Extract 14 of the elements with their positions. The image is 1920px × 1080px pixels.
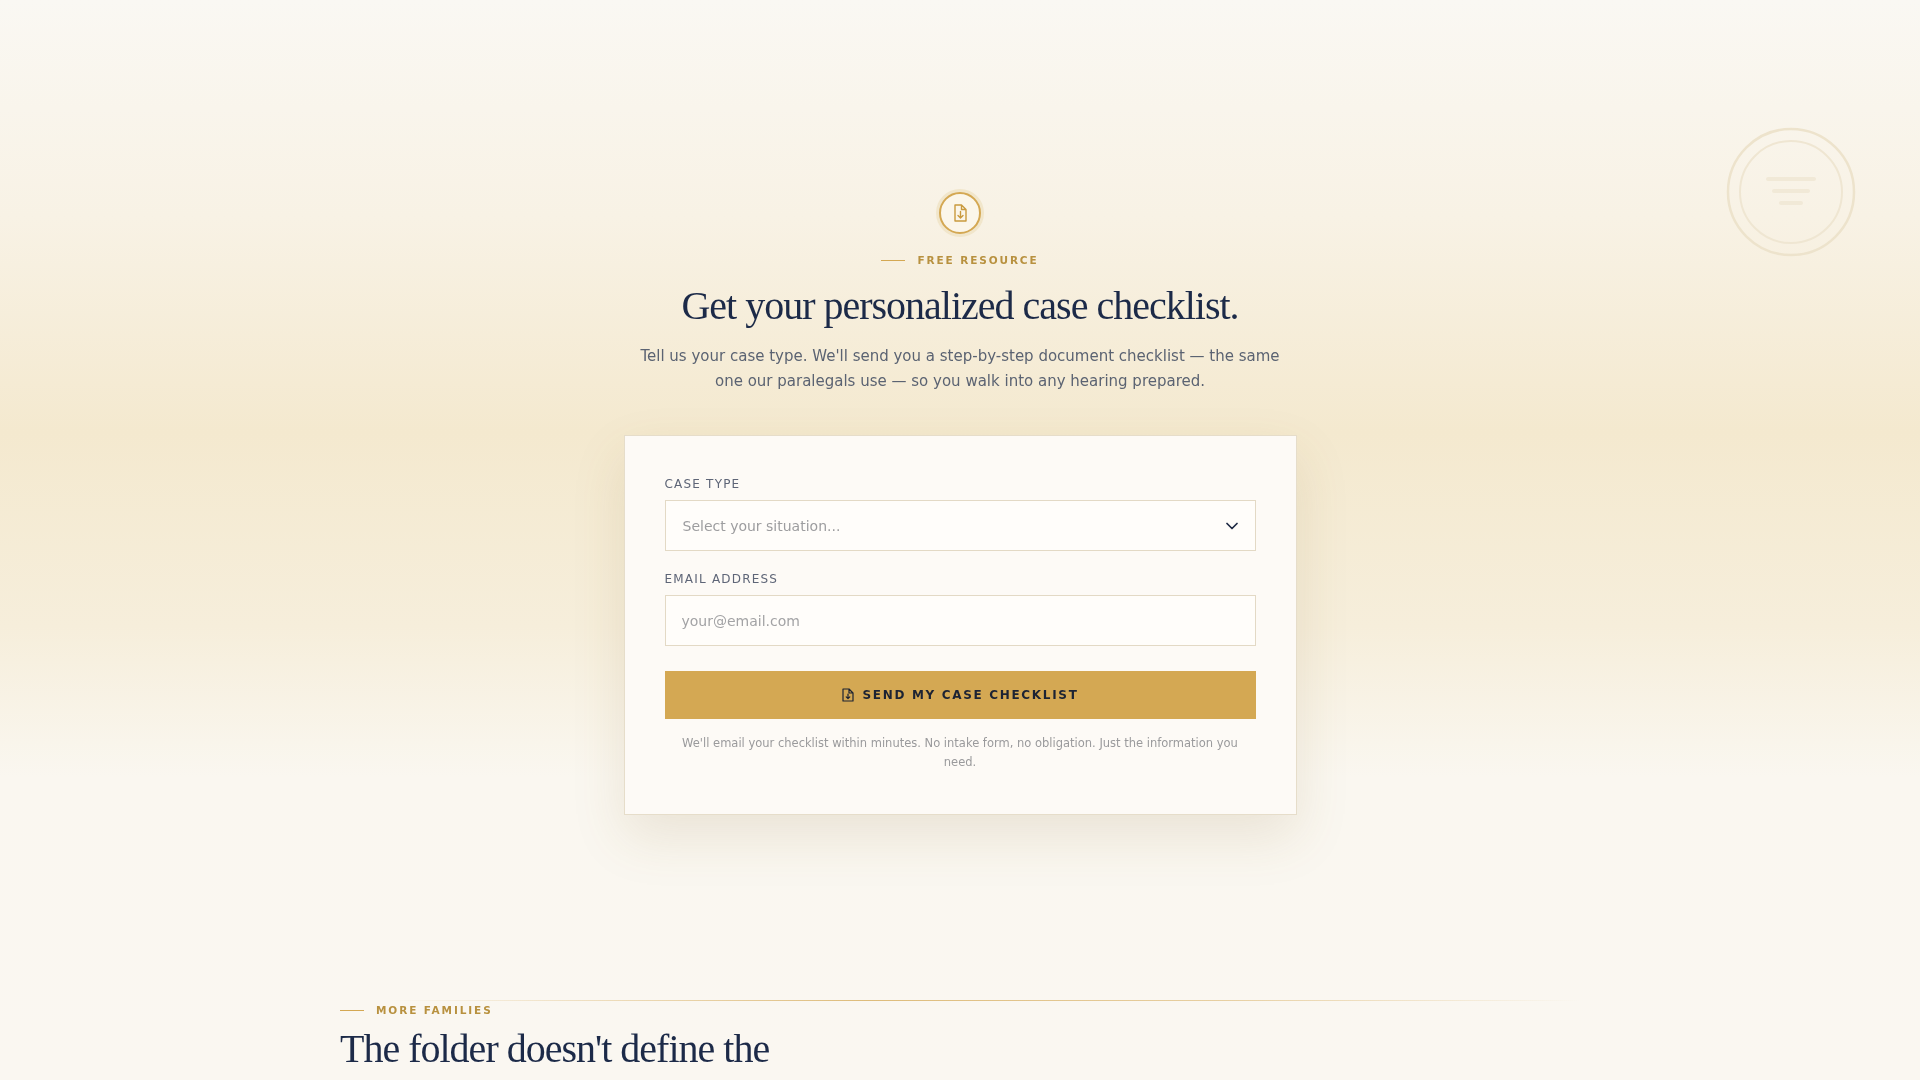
file-download-icon — [936, 189, 984, 237]
field-label: EMAIL ADDRESS — [664, 571, 779, 587]
eyebrow-label: MORE FAMILIES — [376, 1003, 493, 1017]
field-label: CASE TYPE — [664, 476, 741, 492]
form-note: We'll email your checklist within minutes. No intake form, no obligation. Just the information you need. — [681, 735, 1239, 771]
seal-icon — [1726, 127, 1856, 257]
send-checklist-button[interactable]: SEND MY CASE CHECKLIST — [664, 671, 1256, 719]
email-input-field[interactable]: your@email.com — [664, 595, 1256, 646]
eyebrow-label: FREE RESOURCE — [917, 253, 1039, 267]
chevron-down-icon — [1225, 521, 1238, 530]
section-heading: Get your personalized case checklist. — [681, 282, 1239, 330]
file-download-icon — [841, 688, 854, 702]
section-heading: The folder doesn't define the — [340, 1027, 770, 1071]
section-description: Tell us your case type. We'll send you a step-by-step document checklist — the same one our paralegals use — so you walk into any hearing prepared. — [639, 346, 1281, 392]
